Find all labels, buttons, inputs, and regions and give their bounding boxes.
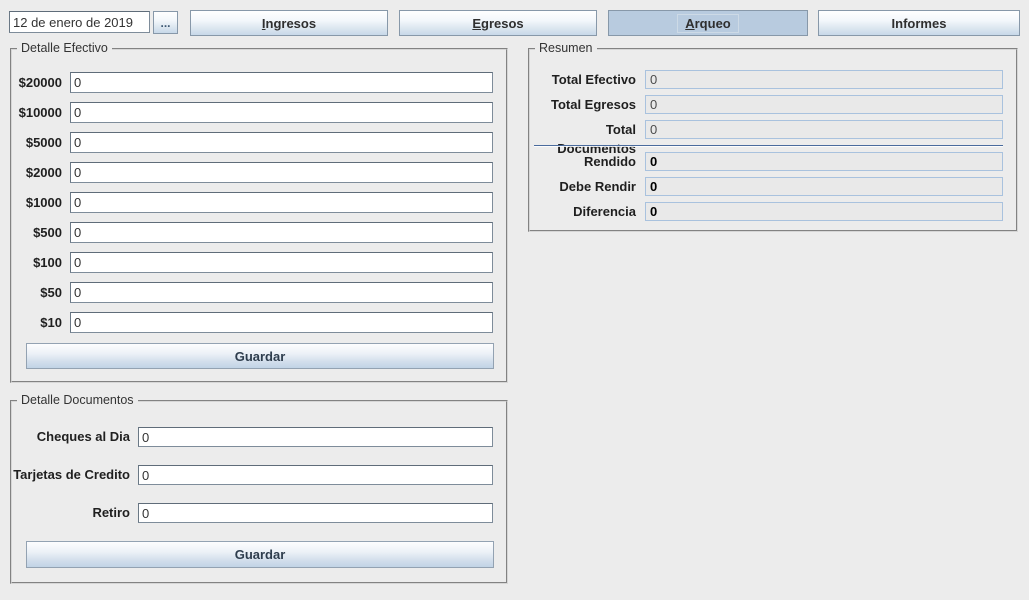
retiro-input[interactable] (138, 503, 493, 523)
total-efectivo-field: 0 (645, 70, 1003, 89)
denomination-label-10: $10 (12, 312, 62, 333)
denomination-input-500[interactable] (70, 222, 493, 243)
total-egresos-label: Total Egresos (530, 95, 636, 114)
nav-button-label: Arqueo (677, 14, 739, 33)
nav-button-informes[interactable]: Informes (818, 10, 1020, 36)
debe-rendir-field: 0 (645, 177, 1003, 196)
debe-rendir-label: Debe Rendir (530, 177, 636, 196)
denomination-label-100: $100 (12, 252, 62, 273)
retiro-label: Retiro (12, 503, 130, 523)
nav-button-label: Egresos (464, 14, 531, 33)
nav-button-ingresos[interactable]: Ingresos (190, 10, 388, 36)
cheques-label: Cheques al Dia (12, 427, 130, 447)
rendido-field: 0 (645, 152, 1003, 171)
denomination-label-20000: $20000 (12, 72, 62, 93)
total-egresos-field: 0 (645, 95, 1003, 114)
denomination-input-10000[interactable] (70, 102, 493, 123)
panel-resumen: Resumen Total Efectivo 0 Total Egresos 0… (528, 48, 1018, 232)
nav-button-label: Informes (884, 14, 955, 33)
panel-detalle-efectivo: Detalle Efectivo $20000 $10000 $5000 $20… (10, 48, 508, 383)
denomination-label-1000: $1000 (12, 192, 62, 213)
total-documentos-field: 0 (645, 120, 1003, 139)
nav-button-label: Ingresos (254, 14, 324, 33)
resumen-separator (534, 145, 1003, 147)
denomination-input-50[interactable] (70, 282, 493, 303)
ellipsis-icon: ... (160, 16, 170, 30)
denomination-input-10[interactable] (70, 312, 493, 333)
diferencia-label: Diferencia (530, 202, 636, 221)
save-efectivo-button[interactable]: Guardar (26, 343, 494, 369)
denomination-label-2000: $2000 (12, 162, 62, 183)
panel-detalle-documentos: Detalle Documentos Cheques al Dia Tarjet… (10, 400, 508, 584)
save-documentos-button[interactable]: Guardar (26, 541, 494, 568)
denomination-label-5000: $5000 (12, 132, 62, 153)
nav-button-arqueo[interactable]: Arqueo (608, 10, 808, 36)
rendido-label: Rendido (530, 152, 636, 171)
cheques-input[interactable] (138, 427, 493, 447)
denomination-input-1000[interactable] (70, 192, 493, 213)
denomination-input-20000[interactable] (70, 72, 493, 93)
panel-title: Detalle Efectivo (17, 41, 112, 55)
panel-title: Resumen (535, 41, 597, 55)
total-efectivo-label: Total Efectivo (530, 70, 636, 89)
denomination-input-100[interactable] (70, 252, 493, 273)
tarjetas-input[interactable] (138, 465, 493, 485)
date-input[interactable] (9, 11, 150, 33)
denomination-input-2000[interactable] (70, 162, 493, 183)
nav-button-egresos[interactable]: Egresos (399, 10, 597, 36)
denomination-label-500: $500 (12, 222, 62, 243)
tarjetas-label: Tarjetas de Credito (12, 465, 130, 485)
denomination-input-5000[interactable] (70, 132, 493, 153)
diferencia-field: 0 (645, 202, 1003, 221)
denomination-label-10000: $10000 (12, 102, 62, 123)
panel-title: Detalle Documentos (17, 393, 138, 407)
date-picker-button[interactable]: ... (153, 11, 178, 34)
denomination-label-50: $50 (12, 282, 62, 303)
